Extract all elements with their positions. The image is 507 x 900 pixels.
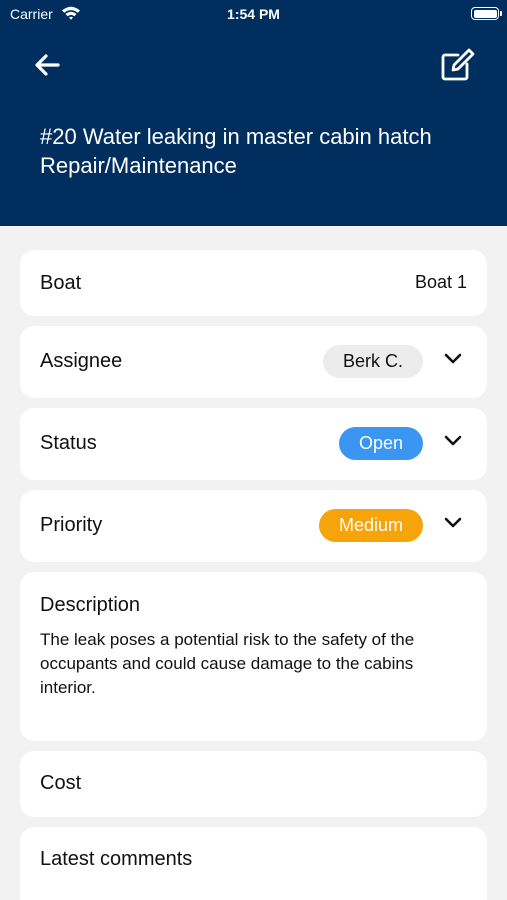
status-bar: Carrier 1:54 PM — [0, 0, 507, 28]
chevron-down-icon[interactable] — [443, 352, 463, 366]
arrow-left-icon — [35, 54, 60, 76]
boat-value: Boat 1 — [414, 272, 467, 292]
comments-card: Latest comments — [20, 827, 487, 900]
priority-badge[interactable]: Medium — [318, 509, 423, 542]
page-title: #20 Water leaking in master cabin hatch … — [40, 122, 460, 180]
edit-button[interactable] — [436, 44, 478, 86]
edit-icon — [441, 48, 475, 81]
description-label: Description — [40, 594, 141, 616]
assignee-row[interactable]: Assignee Berk C. — [20, 326, 487, 398]
status-badge[interactable]: Open — [338, 427, 423, 460]
boat-label: Boat — [40, 272, 82, 294]
assignee-badge[interactable]: Berk C. — [322, 345, 423, 378]
clock: 1:54 PM — [227, 6, 280, 22]
back-button[interactable] — [28, 46, 68, 86]
status-row[interactable]: Status Open — [20, 408, 487, 480]
description-text: The leak poses a potential risk to the s… — [40, 630, 415, 697]
chevron-down-icon[interactable] — [443, 516, 463, 530]
issue-category: Repair/Maintenance — [40, 153, 237, 178]
issue-title: #20 Water leaking in master cabin hatch — [40, 124, 432, 149]
assignee-label: Assignee — [40, 350, 123, 372]
description-card: Description The leak poses a potential r… — [20, 572, 487, 741]
battery-icon — [471, 7, 502, 20]
comments-label: Latest comments — [40, 848, 193, 870]
status-label: Status — [40, 432, 97, 454]
app-header: #20 Water leaking in master cabin hatch … — [0, 0, 507, 226]
priority-row[interactable]: Priority Medium — [20, 490, 487, 562]
chevron-down-icon[interactable] — [443, 434, 463, 448]
cost-card: Cost — [20, 751, 487, 817]
priority-label: Priority — [40, 514, 103, 536]
boat-row: Boat Boat 1 — [20, 250, 487, 316]
cost-label: Cost — [40, 772, 82, 794]
